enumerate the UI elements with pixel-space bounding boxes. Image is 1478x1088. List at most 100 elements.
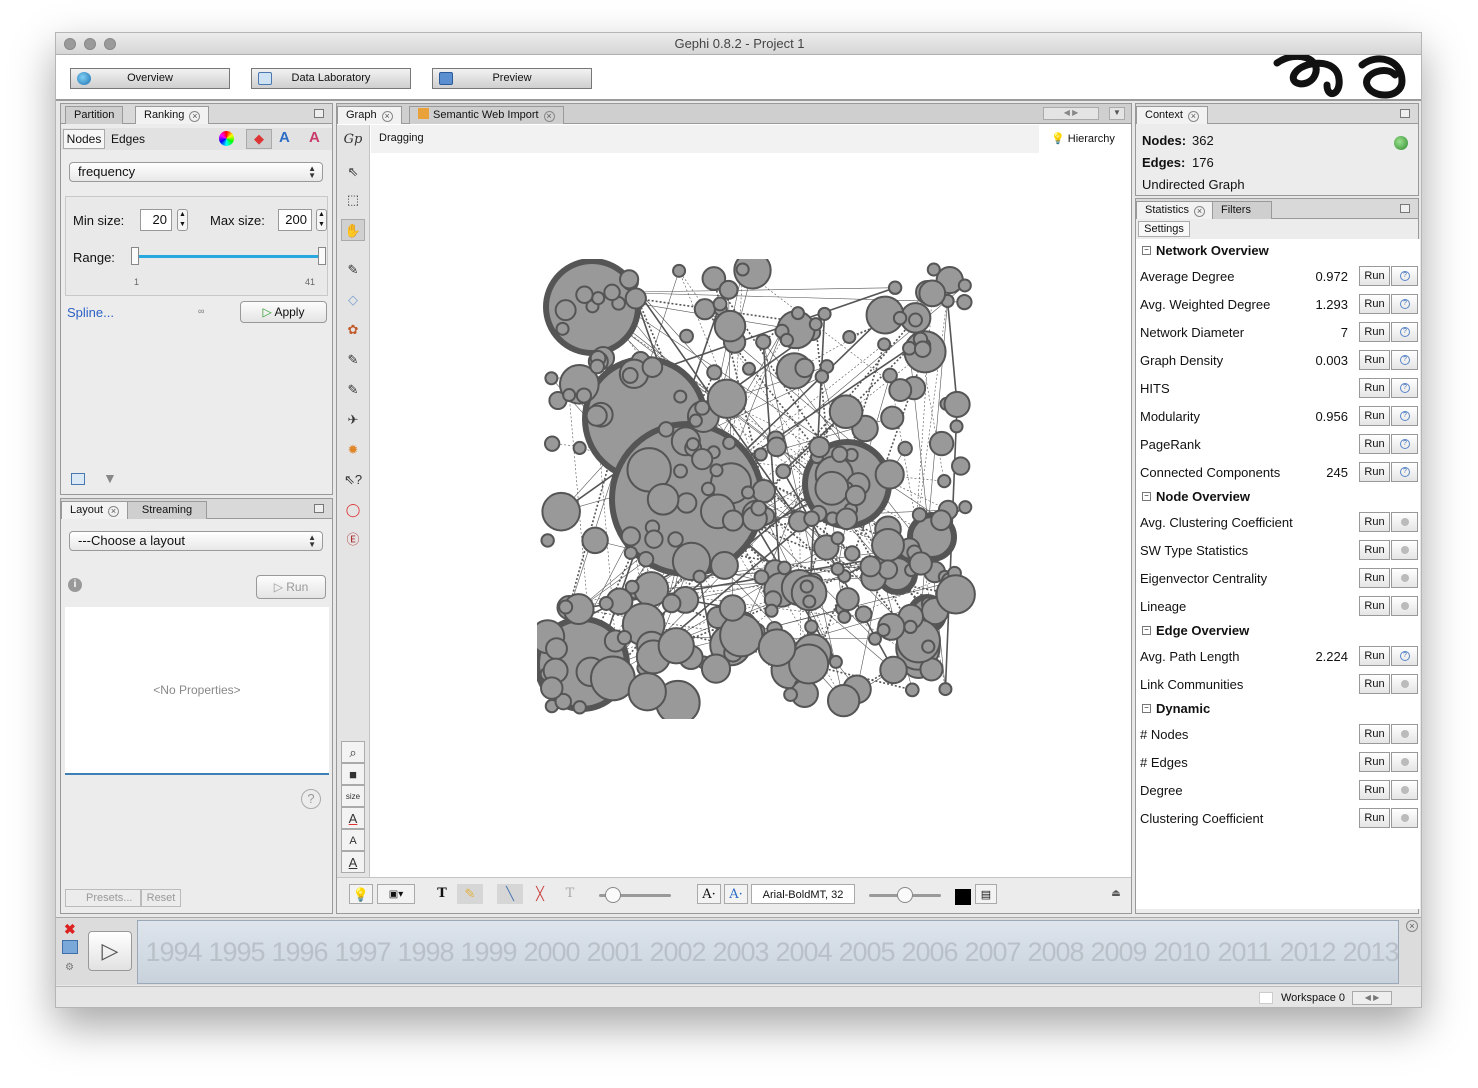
edge-scale-slider-handle[interactable]: [605, 887, 621, 903]
graph-node[interactable]: [887, 280, 903, 295]
graph-node[interactable]: [591, 291, 606, 306]
spline-link[interactable]: Spline...: [67, 305, 114, 320]
run-statistic-button[interactable]: Run: [1359, 540, 1390, 560]
minimize-panel-icon[interactable]: [1400, 109, 1410, 118]
graph-node[interactable]: [802, 594, 817, 609]
graph-node[interactable]: [874, 459, 905, 490]
collapse-toolbar-icon[interactable]: ⏏: [1109, 884, 1123, 904]
workspace-nav-buttons[interactable]: ◀ ▶: [1352, 991, 1392, 1005]
graph-node[interactable]: [926, 262, 941, 277]
graph-node[interactable]: [766, 436, 787, 458]
graph-node[interactable]: [562, 388, 577, 403]
data-laboratory-button[interactable]: Data Laboratory: [251, 68, 411, 89]
close-icon[interactable]: ×: [1194, 206, 1206, 217]
gear-icon[interactable]: ⚙: [65, 962, 74, 973]
graph-node[interactable]: [616, 630, 633, 646]
graph-node[interactable]: [902, 340, 917, 356]
graph-node[interactable]: [693, 298, 716, 321]
color-ring-icon[interactable]: ◯: [341, 499, 365, 521]
pointer-question-icon[interactable]: ⇖?: [341, 469, 365, 491]
disable-timeline-icon[interactable]: ✖: [64, 921, 76, 938]
graph-node[interactable]: [637, 550, 655, 568]
run-statistic-button[interactable]: Run: [1359, 406, 1390, 426]
graph-node[interactable]: [921, 639, 936, 654]
graph-node[interactable]: [808, 317, 823, 332]
graph-node[interactable]: [843, 545, 861, 562]
statistic-report-button[interactable]: [1391, 596, 1418, 616]
graph-node[interactable]: [619, 269, 640, 290]
color-brush-icon[interactable]: ✿: [341, 319, 365, 341]
range-slider-track[interactable]: [134, 255, 324, 258]
max-size-stepper[interactable]: ▲ ▼: [316, 209, 327, 231]
graph-node[interactable]: [854, 605, 873, 624]
collapse-icon[interactable]: −: [1142, 246, 1151, 255]
graph-node[interactable]: [871, 528, 905, 562]
graph-node[interactable]: [700, 653, 732, 684]
run-statistic-button[interactable]: Run: [1359, 568, 1390, 588]
run-statistic-button[interactable]: Run: [1359, 512, 1390, 532]
graph-node[interactable]: [741, 361, 756, 376]
statistic-report-button[interactable]: [1391, 780, 1418, 800]
graph-node[interactable]: [675, 492, 698, 514]
close-icon[interactable]: ×: [381, 111, 393, 122]
label-size-icon[interactable]: A: [309, 129, 320, 146]
painter-icon[interactable]: ✎: [341, 259, 365, 281]
graph-node[interactable]: [880, 405, 905, 430]
graph-node[interactable]: [814, 369, 830, 384]
graph-node[interactable]: [888, 378, 913, 403]
tab-partition[interactable]: Partition: [65, 106, 124, 124]
rectangle-select-icon[interactable]: ⬚: [341, 189, 365, 211]
tab-semantic-web-import[interactable]: Semantic Web Import ×: [409, 106, 564, 124]
statistic-report-button[interactable]: [1391, 512, 1418, 532]
statistic-report-button[interactable]: ?: [1391, 350, 1418, 370]
graph-node[interactable]: [667, 531, 684, 548]
graph-node[interactable]: [904, 682, 920, 698]
apply-button[interactable]: ▷ Apply: [240, 301, 327, 323]
graph-node[interactable]: [892, 310, 908, 326]
graph-node[interactable]: [554, 299, 577, 322]
graph-node[interactable]: [646, 482, 680, 516]
statistic-report-button[interactable]: [1391, 674, 1418, 694]
graph-node[interactable]: [814, 470, 850, 506]
minimize-panel-icon[interactable]: [1400, 204, 1410, 213]
statistic-report-button[interactable]: [1391, 540, 1418, 560]
graph-node[interactable]: [750, 499, 767, 517]
graph-node[interactable]: [585, 404, 608, 427]
graph-node[interactable]: [706, 378, 748, 419]
run-statistic-button[interactable]: Run: [1359, 646, 1390, 666]
graph-node[interactable]: [740, 485, 755, 500]
graph-node[interactable]: [828, 394, 864, 430]
graph-node[interactable]: [722, 435, 737, 450]
tab-layout[interactable]: Layout ×: [61, 501, 129, 519]
collapse-icon[interactable]: −: [1142, 492, 1151, 501]
graph-node[interactable]: [685, 437, 700, 452]
label-font-icon[interactable]: A: [341, 829, 365, 851]
graph-node[interactable]: [908, 551, 933, 576]
graph-node[interactable]: [572, 700, 587, 715]
statistic-report-button[interactable]: ?: [1391, 434, 1418, 454]
graph-node[interactable]: [835, 587, 860, 612]
graph-node[interactable]: [713, 309, 747, 343]
graph-node[interactable]: [735, 262, 750, 277]
graph-node[interactable]: [691, 448, 714, 471]
run-statistic-button[interactable]: Run: [1359, 434, 1390, 454]
overview-button[interactable]: Overview: [70, 68, 230, 89]
graph-node[interactable]: [692, 569, 707, 584]
run-statistic-button[interactable]: Run: [1359, 322, 1390, 342]
help-icon[interactable]: ?: [301, 789, 321, 809]
layout-select[interactable]: ---Choose a layout ▲ ▼: [69, 531, 323, 551]
graph-node[interactable]: [830, 531, 845, 546]
graph-node[interactable]: [541, 491, 581, 532]
results-list-icon[interactable]: [71, 473, 85, 485]
run-statistic-button[interactable]: Run: [1359, 724, 1390, 744]
timeline-settings-icon[interactable]: [62, 940, 78, 954]
graph-node[interactable]: [572, 440, 587, 456]
graph-node[interactable]: [623, 545, 638, 560]
tab-filters[interactable]: Filters: [1212, 201, 1272, 219]
graph-node[interactable]: [718, 279, 739, 300]
statistic-report-button[interactable]: ?: [1391, 462, 1418, 482]
graph-canvas[interactable]: [537, 259, 977, 719]
graph-node[interactable]: [753, 447, 768, 462]
preview-button[interactable]: Preview: [432, 68, 592, 89]
play-timeline-button[interactable]: ▷: [88, 931, 132, 971]
